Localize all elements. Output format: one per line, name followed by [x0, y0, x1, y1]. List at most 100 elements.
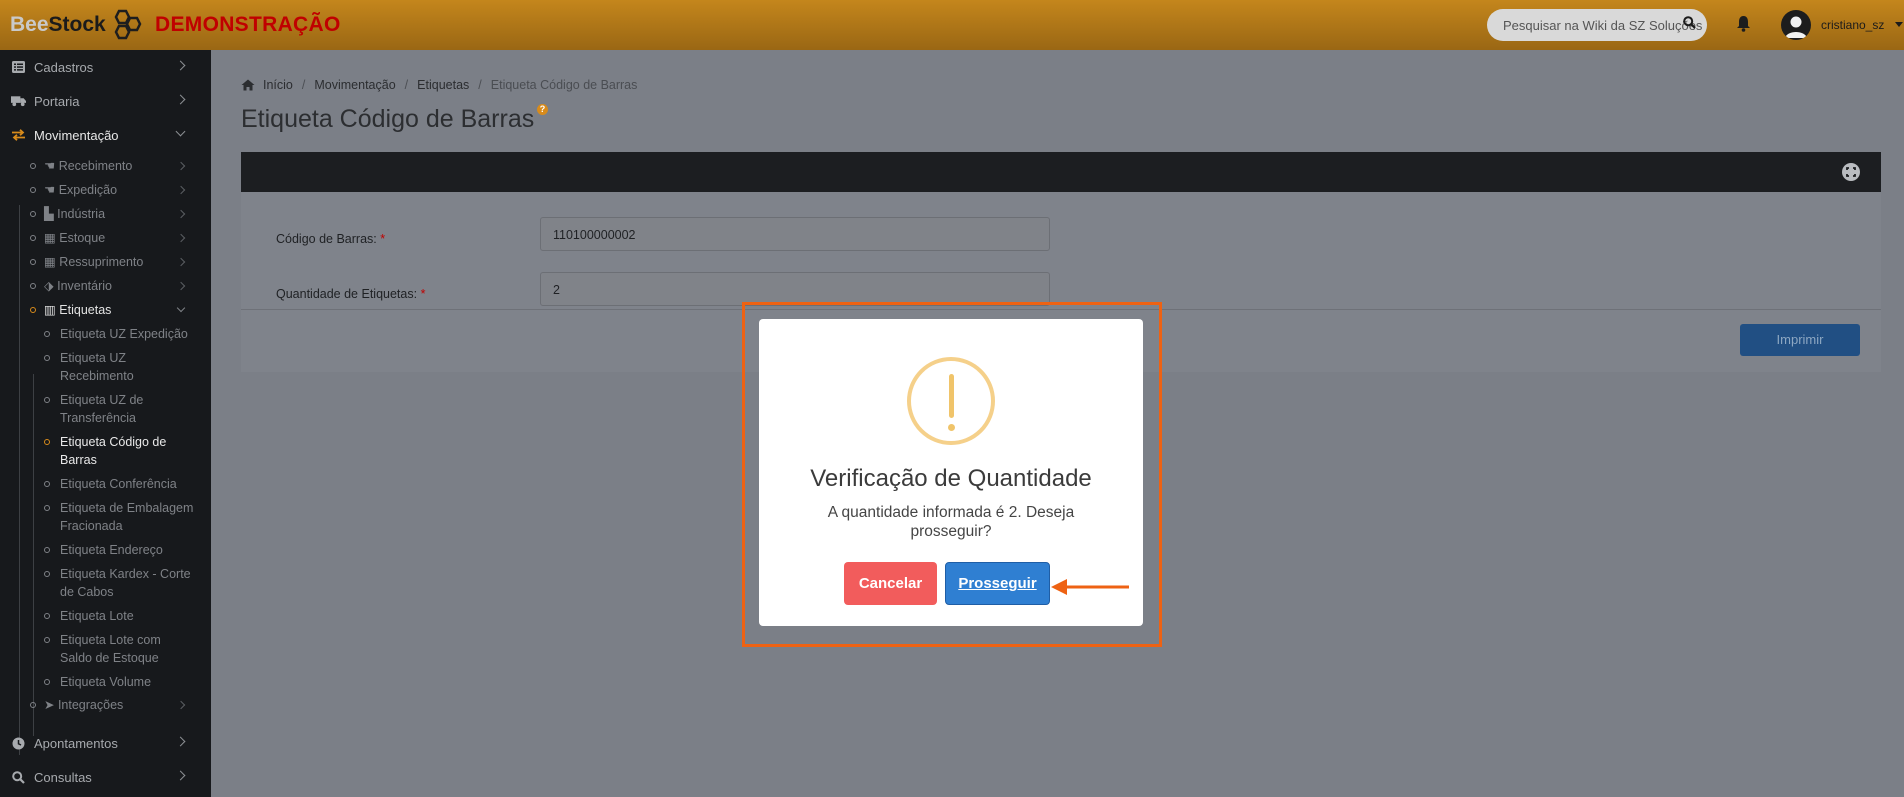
sidebar-sub-integracoes[interactable]: ➤ Integrações — [0, 697, 211, 715]
breadcrumb-current: Etiqueta Código de Barras — [490, 78, 638, 92]
bullet-icon — [30, 235, 36, 241]
logo[interactable]: Bee Stock — [10, 8, 142, 42]
barcode-icon: ▥ — [44, 303, 60, 317]
chevron-down-icon — [176, 303, 186, 313]
sidebar-sub-recebimento[interactable]: ☚ Recebimento — [0, 158, 211, 176]
bullet-icon — [44, 505, 50, 511]
top-bar: Bee Stock DEMONSTRAÇÃO Pesquisar na Wiki… — [0, 0, 1904, 50]
chevron-right-icon — [175, 736, 186, 747]
quantity-label: Quantidade de Etiquetas: * — [276, 287, 425, 301]
breadcrumb-separator: / — [301, 78, 306, 92]
arrow-left-icon — [1051, 579, 1129, 595]
breadcrumb-etiquetas[interactable]: Etiquetas — [417, 78, 469, 92]
sidebar-sub-ressuprimento[interactable]: ▦ Ressuprimento — [0, 254, 211, 272]
bullet-icon — [30, 283, 36, 289]
tags-icon: ⬗ — [44, 279, 58, 293]
bullet-icon — [44, 331, 50, 337]
sidebar-sub-label: Inventário — [57, 279, 112, 293]
sidebar-label-text: Etiqueta Conferência — [60, 477, 177, 491]
bullet-icon — [30, 307, 36, 313]
sidebar-sub-industria[interactable]: ▙ Indústria — [0, 206, 211, 224]
sidebar-label-text: Etiqueta UZ Expedição — [60, 327, 188, 341]
bullet-icon — [44, 439, 50, 445]
required-mark: * — [380, 232, 386, 246]
sidebar-sub-label: Etiquetas — [59, 303, 112, 317]
home-icon[interactable] — [241, 79, 255, 91]
sidebar-item-label: Movimentação — [34, 127, 119, 143]
sidebar-sub-expedicao[interactable]: ☚ Expedição — [0, 182, 211, 200]
chevron-down-icon — [175, 126, 186, 137]
breadcrumb: Início / Movimentação / Etiquetas / Etiq… — [241, 78, 637, 92]
chevron-right-icon — [176, 161, 186, 171]
breadcrumb-home[interactable]: Início — [263, 78, 293, 92]
breadcrumb-movimentacao[interactable]: Movimentação — [314, 78, 395, 92]
bullet-icon — [44, 679, 50, 685]
chevron-right-icon — [176, 257, 186, 267]
caret-down-icon[interactable] — [1895, 22, 1903, 27]
chevron-right-icon — [175, 94, 186, 105]
chevron-right-icon — [175, 60, 186, 71]
sidebar-label-text: Etiqueta Endereço — [60, 543, 163, 557]
sidebar-item-cadastros[interactable]: Cadastros — [0, 50, 211, 84]
send-icon: ➤ — [44, 698, 58, 712]
sidebar-label-text: Etiqueta Kardex - Corte de Cabos — [60, 567, 191, 599]
breadcrumb-separator: / — [404, 78, 409, 92]
sidebar-item-label: Cadastros — [34, 59, 94, 75]
sidebar-label-text: Etiqueta Código de Barras — [60, 435, 167, 467]
sidebar-sub-inventario[interactable]: ⬗ Inventário — [0, 278, 211, 296]
panel-header — [241, 152, 1881, 192]
quantity-input[interactable]: 2 — [540, 272, 1050, 306]
logo-stock-text: Stock — [48, 13, 106, 36]
bell-icon[interactable] — [1736, 15, 1751, 32]
sidebar-label-text: Etiqueta Lote com Saldo de Estoque — [60, 633, 161, 665]
sidebar-sub-label: Ressuprimento — [59, 255, 144, 269]
sidebar-sub-label: Estoque — [59, 231, 106, 245]
barcode-label: Código de Barras: * — [276, 232, 385, 246]
bullet-icon — [44, 397, 50, 403]
barcode-label-text: Código de Barras: — [276, 232, 377, 246]
sidebar-sub-estoque[interactable]: ▦ Estoque — [0, 230, 211, 248]
chevron-right-icon — [176, 233, 186, 243]
sidebar-item-consultas[interactable]: Consultas — [0, 760, 211, 794]
industry-icon: ▙ — [44, 207, 58, 221]
sidebar-sub-label: Expedição — [58, 183, 118, 197]
hand-icon: ☚ — [44, 183, 59, 197]
truck-icon — [11, 95, 26, 108]
search-icon — [11, 770, 26, 784]
sidebar-item-portaria[interactable]: Portaria — [0, 84, 211, 118]
sidebar-item-label: Consultas — [34, 769, 92, 785]
fullscreen-icon[interactable] — [1841, 162, 1861, 182]
user-icon — [1785, 16, 1807, 38]
sidebar-label-text: Etiqueta de Embalagem Fracionada — [60, 501, 194, 533]
quantity-label-text: Quantidade de Etiquetas: — [276, 287, 418, 301]
demo-label: DEMONSTRAÇÃO — [155, 13, 341, 36]
bullet-icon — [44, 481, 50, 487]
clock-icon — [11, 737, 26, 750]
help-icon[interactable]: ? — [537, 104, 548, 115]
sidebar-sub-etiquetas[interactable]: ▥ Etiquetas — [0, 302, 211, 320]
sidebar-label-text: Etiqueta UZ Recebimento — [60, 351, 134, 383]
bullet-icon — [30, 259, 36, 265]
username[interactable]: cristiano_sz — [1821, 18, 1884, 32]
table-icon: ▦ — [44, 255, 60, 269]
chevron-right-icon — [176, 700, 186, 710]
print-button[interactable]: Imprimir — [1740, 324, 1860, 356]
chevron-right-icon — [176, 209, 186, 219]
chevron-right-icon — [176, 185, 186, 195]
page-title: Etiqueta Código de Barras — [241, 105, 535, 133]
sidebar-label-text: Etiqueta Volume — [60, 675, 152, 689]
sidebar-item-movimentacao[interactable]: Movimentação — [0, 118, 211, 152]
wiki-search-input[interactable]: Pesquisar na Wiki da SZ Soluções — [1487, 9, 1707, 41]
list-icon — [11, 61, 26, 74]
bullet-icon — [30, 187, 36, 193]
search-icon[interactable] — [1683, 16, 1696, 29]
barcode-input[interactable]: 110100000002 — [540, 217, 1050, 251]
sidebar: Cadastros Portaria Movimentação ☚ Recebi… — [0, 50, 211, 797]
bullet-icon — [44, 355, 50, 361]
sidebar-label-text: Etiqueta Lote — [60, 609, 134, 623]
exchange-icon — [11, 129, 26, 142]
bullet-icon — [44, 571, 50, 577]
avatar[interactable] — [1781, 10, 1811, 40]
sidebar-item-apontamentos[interactable]: Apontamentos — [0, 726, 211, 760]
sidebar-item-label: Portaria — [34, 93, 80, 109]
